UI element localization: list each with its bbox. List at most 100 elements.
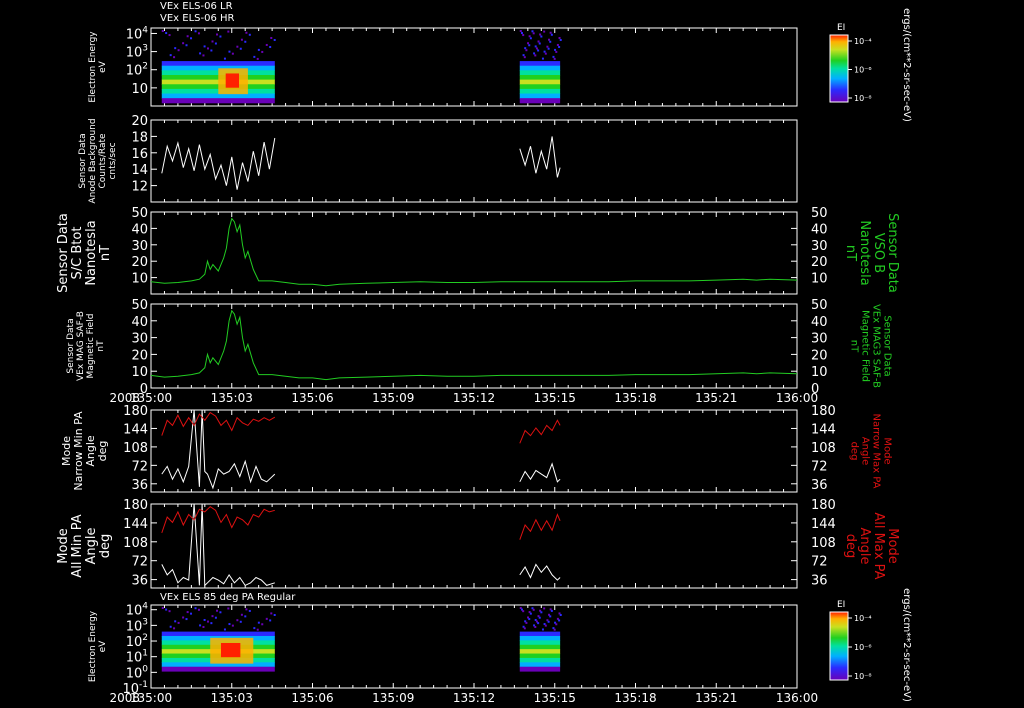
panel-5-ylabel-right: Narrow Max PA [871, 414, 882, 489]
spectrogram-speckle [236, 45, 239, 48]
panel-1: Electron Energy eV 10 102103 104 [88, 25, 798, 107]
spectrogram-band [519, 657, 561, 663]
spectrogram-band [519, 93, 561, 99]
spectrogram-speckle [534, 625, 537, 628]
colorbar-tick-label: 10⁻⁶ [854, 66, 872, 75]
spectrogram-speckle [216, 33, 219, 36]
spectrogram-speckle [559, 614, 562, 617]
spectrogram-speckle [244, 40, 247, 43]
spectrogram-speckle [161, 30, 164, 32]
time-axis-tick-label: 135:18 [614, 691, 656, 705]
y-tick-label-right: 30 [811, 332, 828, 347]
spectrogram-speckle [261, 623, 264, 626]
time-axis-tick-label: 135:03 [211, 391, 253, 405]
time-axis-tick-label: 135:00 [130, 691, 172, 705]
spectrogram-speckle [273, 39, 276, 42]
spectrogram-band [161, 93, 275, 99]
spectrogram-speckle [190, 37, 193, 40]
spectrogram-band [161, 666, 275, 672]
spectrogram-peak-core [220, 642, 241, 658]
y-tick-label: 104 [126, 602, 149, 619]
spectrogram-speckle [203, 45, 206, 48]
spectrogram-speckle [185, 618, 188, 621]
spectrogram-speckle [236, 619, 239, 622]
panel-4: Sensor Data VEx MAG SAF-B Magnetic Field nT… [66, 298, 893, 397]
spectrogram-speckle [535, 47, 538, 50]
spectrogram-speckle [265, 617, 268, 620]
spectrogram-speckle [524, 47, 527, 50]
y-tick-label: 102 [126, 62, 148, 79]
spectrogram-speckle [190, 612, 193, 615]
spectrogram-speckle [554, 48, 557, 51]
time-axis-tick-label: 135:12 [453, 391, 495, 405]
spectrogram-band [161, 84, 275, 90]
colorbar-label: EI [837, 600, 845, 610]
y-tick-label-right: 40 [811, 222, 828, 237]
spectrogram-speckle [231, 52, 234, 55]
y-tick-label-right: 108 [811, 536, 836, 551]
spectrogram-speckle [182, 616, 185, 619]
panel-1-ylabel: Electron Energy [88, 31, 98, 103]
spectrogram-speckle [211, 615, 214, 618]
panel-3-ylabel: S/C Btot [70, 227, 85, 280]
spectrogram-speckle [555, 623, 558, 626]
spectrogram-band [161, 70, 275, 76]
y-tick-label: 36 [131, 574, 148, 589]
time-axis-tick-label: 136:00 [776, 691, 818, 705]
spectrogram-speckle [245, 608, 248, 611]
spectrogram-speckle [537, 40, 540, 43]
spectrogram-speckle [168, 34, 171, 37]
spectrogram-speckle [194, 607, 197, 610]
panel-3-green-trace [150, 217, 798, 287]
panel-3-ylabel-right: Nanotesla [857, 220, 872, 285]
spectrogram-speckle [539, 33, 542, 36]
spectrogram-speckle [269, 619, 272, 622]
spectrogram-speckle [174, 47, 177, 50]
panel-1-ylabel: eV [98, 60, 108, 73]
spectrogram-speckle [219, 611, 222, 614]
spectrogram-speckle [244, 615, 247, 618]
spectrogram-speckle [531, 30, 534, 33]
panel-4-ylabel: Sensor Data [66, 318, 76, 373]
spectrogram-speckle [239, 620, 242, 623]
spectrogram-band [519, 65, 561, 71]
panel-4-ylabel: Magnetic Field [86, 314, 96, 379]
spectrogram-speckle [219, 35, 222, 38]
panel-5-ylabel: deg [96, 441, 109, 462]
colorbar-tick-label: 10⁻⁶ [854, 643, 872, 652]
panel-6-ylabel: deg [98, 534, 113, 559]
time-axis-tick-label: 135:21 [695, 691, 737, 705]
spectrogram-speckle [559, 39, 562, 42]
spectrogram-speckle [173, 627, 176, 630]
spectrogram-speckle [525, 621, 528, 624]
panel-2-ylabel: Counts/Rate [98, 133, 108, 189]
y-tick-label: 16 [131, 147, 148, 162]
spectrogram-band [161, 98, 275, 104]
y-tick-label: 72 [131, 555, 148, 570]
y-tick-label-right: 180 [811, 404, 836, 419]
spectrogram-speckle [216, 609, 219, 612]
panel-3-ylabel: nT [98, 245, 113, 261]
y-tick-label: 10 [131, 365, 148, 380]
spectrogram-speckle [537, 49, 540, 52]
spectrogram-speckle [543, 50, 546, 53]
time-axis-tick-label: 135:06 [291, 691, 333, 705]
y-tick-label: 103 [126, 44, 148, 61]
spectrogram-speckle [540, 35, 543, 38]
spectrogram-speckle [227, 30, 230, 33]
y-tick-label-right: 72 [811, 555, 828, 570]
time-axis-tick-label: 135:12 [453, 691, 495, 705]
spectrogram-band [519, 631, 561, 637]
spectrogram-speckle [177, 49, 180, 52]
colorbar-units: ergs/(cm**2-sr-sec-eV) [901, 588, 912, 702]
panel-6-ylabel-right: Mode [885, 528, 900, 563]
spectrogram-speckle [543, 607, 546, 610]
spectrogram-speckle [525, 49, 528, 52]
panel-4-ylabel-right: Sensor Data [882, 315, 893, 376]
spectrogram-speckle [168, 610, 171, 613]
panel-5-white-trace [519, 462, 561, 483]
spectrogram-band [519, 644, 561, 650]
y-tick-label-right: 10 [811, 365, 828, 380]
spectrogram-speckle [261, 50, 264, 53]
spectrogram-speckle [253, 627, 256, 630]
